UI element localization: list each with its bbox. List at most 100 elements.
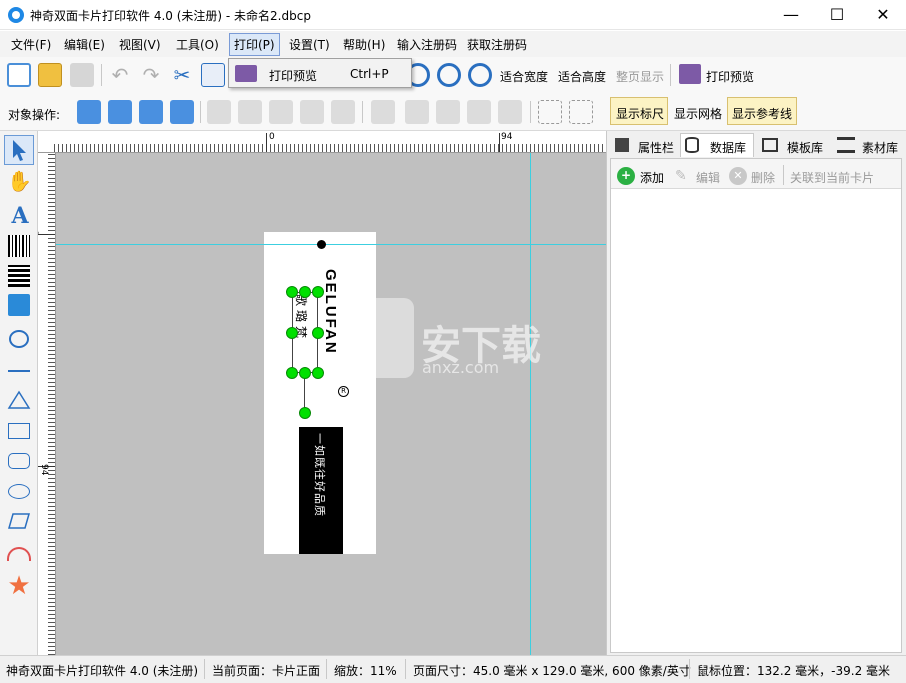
toolbar-separator [670, 64, 671, 86]
delete-icon: ✕ [729, 167, 747, 185]
select-tool[interactable] [4, 135, 34, 165]
printer-icon [235, 65, 257, 82]
tab-templates[interactable]: 模板库 [758, 135, 828, 157]
resize-handle[interactable] [299, 367, 311, 379]
tab-database[interactable]: 数据库 [680, 133, 754, 157]
resize-handle[interactable] [299, 286, 311, 298]
show-guides-toggle[interactable]: 显示参考线 [727, 97, 797, 125]
same-width-icon[interactable] [405, 100, 429, 124]
rotate-handle[interactable] [299, 407, 311, 419]
bring-forward-icon[interactable] [139, 100, 163, 124]
open-folder-icon[interactable] [38, 63, 62, 87]
zoom-fit-icon[interactable] [468, 63, 492, 87]
tool-palette: ✋ A ★ [0, 131, 38, 655]
print-preview-menu-item[interactable]: 打印预览 [269, 67, 317, 84]
menu-settings[interactable]: 设置(T) [289, 36, 330, 53]
send-backward-icon[interactable] [170, 100, 194, 124]
toolbar-separator [200, 101, 201, 123]
ellipse-tool-icon[interactable] [8, 484, 30, 499]
same-size-icon[interactable] [467, 100, 491, 124]
resize-handle[interactable] [312, 327, 324, 339]
print-preview-button[interactable]: 打印预览 [706, 68, 754, 85]
menu-help[interactable]: 帮助(H) [343, 36, 385, 53]
rounded-rect-tool-icon[interactable] [8, 453, 30, 469]
menu-edit[interactable]: 编辑(E) [64, 36, 105, 53]
horizontal-guide-line[interactable] [56, 244, 606, 245]
toolbar-separator [530, 101, 531, 123]
align-right-icon[interactable] [269, 100, 293, 124]
menu-tools[interactable]: 工具(O) [176, 36, 219, 53]
hand-pan-icon[interactable]: ✋ [7, 169, 32, 193]
save-icon[interactable] [70, 63, 94, 87]
parallelogram-tool-icon[interactable] [7, 512, 31, 530]
resize-handle[interactable] [312, 286, 324, 298]
add-icon: + [617, 167, 635, 185]
tab-properties[interactable]: 属性栏 [613, 135, 679, 157]
museum-icon [837, 137, 855, 153]
star-tool-icon[interactable]: ★ [6, 573, 32, 599]
align-bottom-icon[interactable] [331, 100, 355, 124]
ungroup-icon[interactable] [569, 100, 593, 124]
edit-button[interactable]: 编辑 [696, 169, 720, 186]
properties-icon [615, 138, 629, 152]
show-ruler-toggle[interactable]: 显示标尺 [610, 97, 668, 125]
close-button[interactable]: ✕ [860, 0, 906, 30]
align-left-icon[interactable] [207, 100, 231, 124]
barcode-tool-icon[interactable] [8, 235, 30, 257]
same-height-icon[interactable] [436, 100, 460, 124]
line-tool-icon[interactable] [8, 370, 30, 372]
send-back-icon[interactable] [108, 100, 132, 124]
resize-handle[interactable] [312, 367, 324, 379]
slogan-text[interactable]: 一如既往好品质 [312, 433, 328, 543]
menu-enter-registration[interactable]: 输入注册码 [397, 36, 457, 53]
show-guides-label: 显示参考线 [732, 107, 793, 121]
fit-height-button[interactable]: 适合高度 [558, 68, 606, 85]
copy-icon[interactable] [201, 63, 225, 87]
bring-front-icon[interactable] [77, 100, 101, 124]
show-grid-toggle[interactable]: 显示网格 [674, 105, 722, 122]
undo-icon[interactable]: ↶ [108, 63, 132, 87]
curve-tool-icon[interactable] [9, 330, 29, 348]
triangle-tool-icon[interactable] [7, 390, 31, 410]
menu-get-registration[interactable]: 获取注册码 [467, 36, 527, 53]
text-tool-icon[interactable]: A [7, 203, 33, 229]
align-top-icon[interactable] [300, 100, 324, 124]
tab-assets[interactable]: 素材库 [833, 135, 903, 157]
app-logo-icon [8, 7, 24, 23]
ruler-zero-tick [266, 133, 267, 152]
menu-print[interactable]: 打印(P) [234, 36, 275, 53]
group-icon[interactable] [538, 100, 562, 124]
add-button[interactable]: 添加 [640, 169, 664, 186]
menu-file[interactable]: 文件(F) [11, 36, 51, 53]
link-to-card-button[interactable]: 关联到当前卡片 [790, 169, 874, 186]
distribute-h-icon[interactable] [498, 100, 522, 124]
new-file-icon[interactable] [7, 63, 31, 87]
status-mouse-position: 鼠标位置：132.2 毫米，-39.2 毫米 [697, 664, 891, 678]
rectangle-tool-icon[interactable] [8, 423, 30, 439]
printer-icon[interactable] [679, 64, 701, 84]
vertical-guide-line[interactable] [530, 153, 531, 655]
registered-mark[interactable]: R [338, 386, 349, 397]
minimize-button[interactable]: — [768, 0, 814, 30]
resize-handle[interactable] [286, 286, 298, 298]
resize-handle[interactable] [286, 367, 298, 379]
maximize-button[interactable]: ☐ [814, 0, 860, 30]
image-tool-icon[interactable] [8, 294, 30, 316]
qrcode-tool-icon[interactable] [8, 265, 30, 287]
redo-icon[interactable]: ↷ [139, 63, 163, 87]
delete-button[interactable]: 删除 [751, 169, 775, 186]
zoom-out-icon[interactable] [437, 63, 461, 87]
cut-icon[interactable]: ✂ [170, 63, 194, 87]
status-separator [204, 659, 205, 679]
arc-tool-icon[interactable] [7, 547, 31, 561]
ruler-ticks [54, 144, 606, 152]
design-canvas[interactable]: GELUFAN 歌璐梵 R 一如既往好品质 安下载 anxz.com [56, 153, 606, 655]
fit-width-button[interactable]: 适合宽度 [500, 68, 548, 85]
watermark-url: anxz.com [422, 358, 500, 377]
menu-view[interactable]: 视图(V) [119, 36, 161, 53]
resize-handle[interactable] [286, 327, 298, 339]
fit-page-button[interactable]: 整页显示 [616, 68, 664, 85]
ruler-94-tick [499, 133, 500, 152]
align-middle-icon[interactable] [371, 100, 395, 124]
align-center-icon[interactable] [238, 100, 262, 124]
